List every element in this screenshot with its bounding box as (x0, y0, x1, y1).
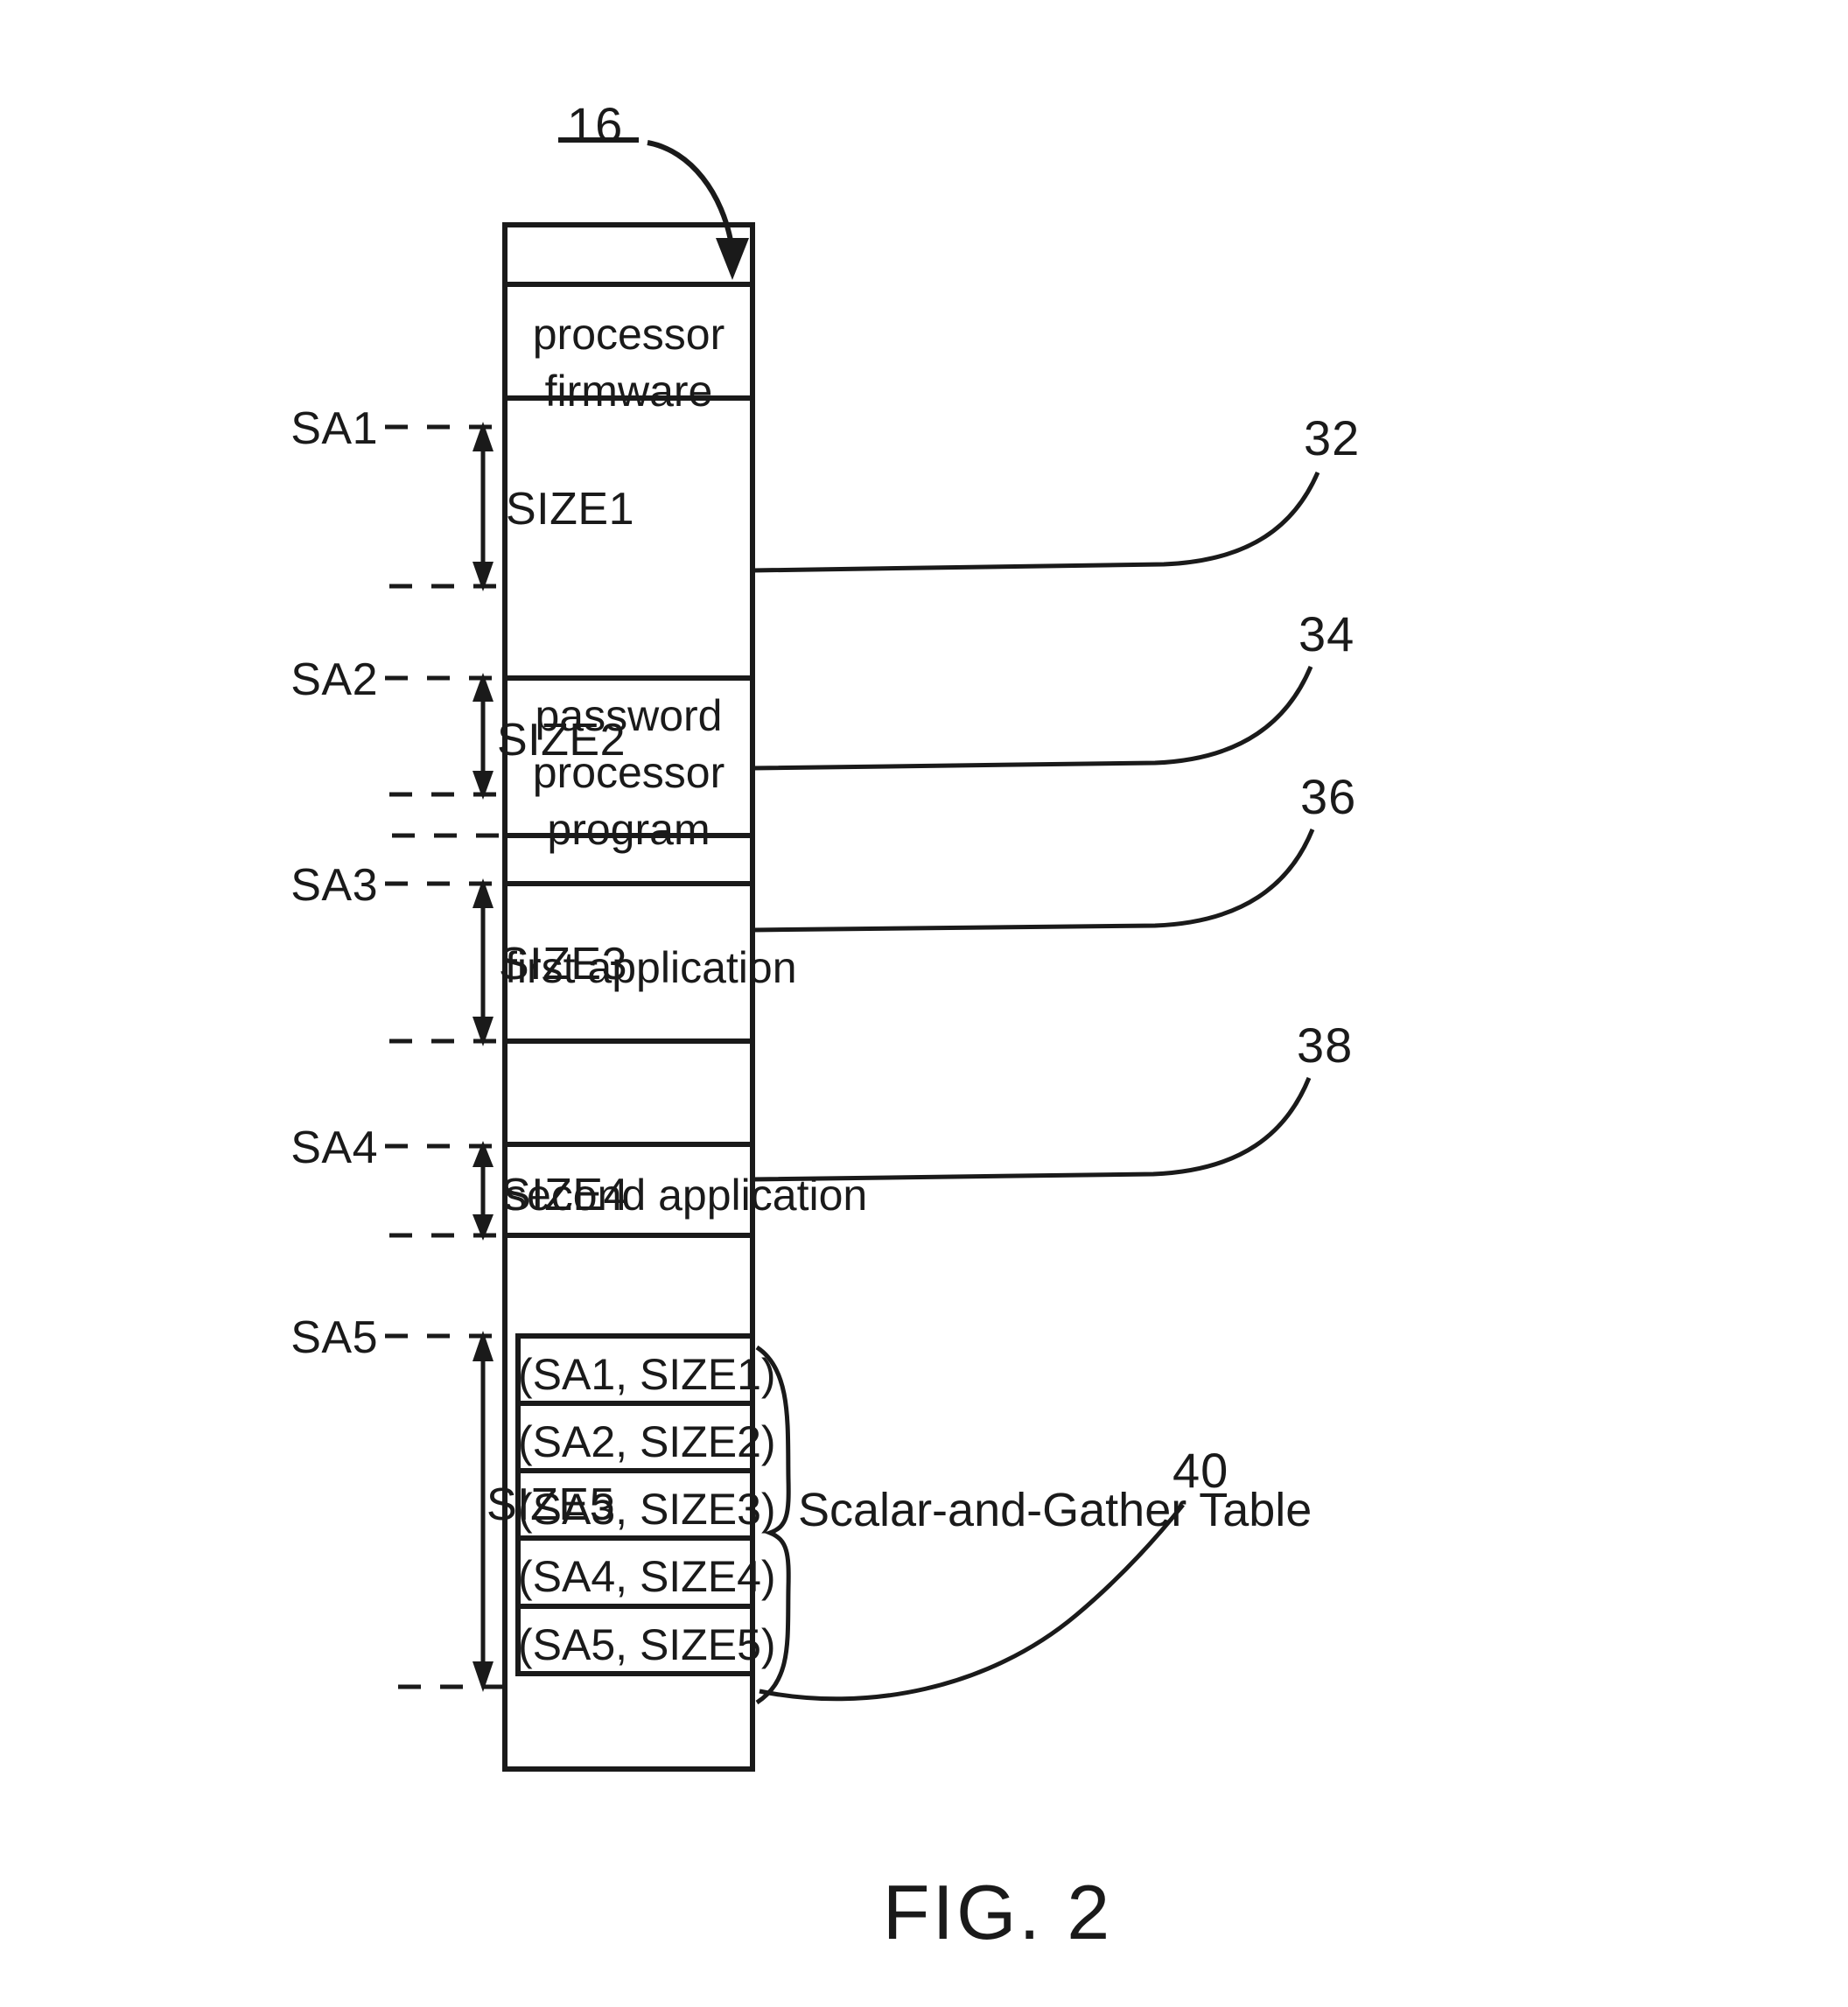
segment-text-line: processor (532, 748, 725, 797)
label-sa4: SA4 (290, 1122, 378, 1173)
segment-first-application: first application (505, 943, 797, 992)
leader-32 (752, 472, 1320, 573)
table-row: (SA2, SIZE2) (518, 1417, 776, 1466)
segment-text-line: program (547, 805, 710, 854)
reference-16-leader (558, 137, 749, 280)
figure-caption: FIG. 2 (882, 1869, 1113, 1955)
table-row: (SA4, SIZE4) (518, 1552, 776, 1601)
segment-password-processor-program: password processor program (505, 688, 752, 858)
leader-36 (752, 829, 1315, 933)
reference-numeral-34: 34 (1298, 606, 1355, 661)
reference-numeral-40: 40 (1172, 1443, 1229, 1498)
segment-text-line: firmware (544, 367, 713, 416)
figure-linework (385, 137, 1320, 1772)
table-row: (SA3, SIZE3) (518, 1485, 776, 1534)
segment-processor-firmware: processor firmware (505, 306, 752, 420)
label-sa1: SA1 (290, 403, 378, 454)
table-row: (SA5, SIZE5) (518, 1620, 776, 1669)
label-size1: SIZE1 (506, 484, 634, 535)
segment-reference-leaders (752, 472, 1320, 1182)
label-sa5: SA5 (290, 1312, 378, 1363)
segment-text-line: password (535, 691, 723, 740)
scalar-and-gather-table-title: Scalar-and-Gather Table (798, 1484, 1312, 1536)
reference-numeral-38: 38 (1297, 1017, 1354, 1073)
label-sa3: SA3 (290, 860, 378, 911)
reference-numeral-16: 16 (567, 97, 624, 152)
reference-numeral-32: 32 (1304, 410, 1361, 465)
leader-34 (752, 666, 1313, 771)
segment-second-application: second application (505, 1171, 868, 1220)
table-row: (SA1, SIZE1) (518, 1350, 776, 1399)
label-sa2: SA2 (290, 654, 378, 705)
segment-text-line: processor (532, 310, 725, 359)
reference-numeral-36: 36 (1300, 769, 1357, 824)
patent-figure-2: SA1 SA2 SA3 SA4 SA5 SIZE1 SIZE2 SIZE3 SI… (0, 0, 1848, 2007)
leader-38 (752, 1077, 1312, 1182)
